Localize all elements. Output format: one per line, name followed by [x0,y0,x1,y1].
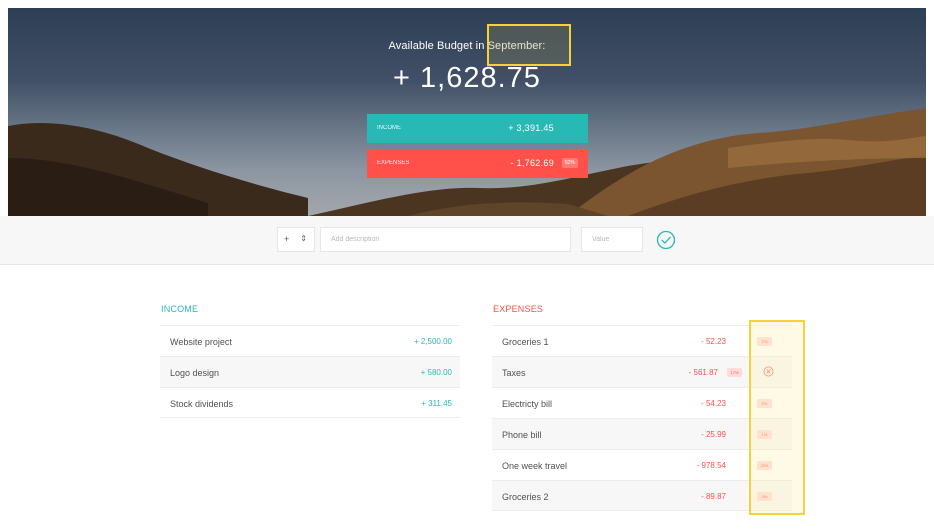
budget-header: Available Budget in September: + 1,628.7… [8,8,926,216]
expense-item-description: Taxes [502,368,526,378]
value-input[interactable] [581,227,643,252]
expense-item-value: - 25.99 [701,430,726,439]
expense-item-description: Groceries 2 [502,492,549,502]
expense-item-value: - 52.23 [701,337,726,346]
income-summary-label: Income [377,125,401,131]
expense-item-value: - 561.87 [688,368,718,377]
expense-item-value: - 89.87 [701,492,726,501]
expense-item: Taxes - 561.87 17% [492,356,792,387]
description-input[interactable] [320,227,571,252]
income-item-description: Logo design [170,368,220,378]
expense-item-percentage: 2% [757,399,772,408]
expense-item-description: Phone bill [502,430,542,440]
expense-item: Electricty bill - 54.23 2% [492,387,792,418]
income-summary-value: + 3,391.45 [508,123,554,133]
income-item-value: + 580.00 [420,368,452,377]
income-item: Website project + 2,500.00 [160,325,460,356]
expense-item-description: Groceries 1 [502,337,549,347]
type-select[interactable]: + ⇕ [277,227,315,252]
expense-item: Phone bill - 25.99 1% [492,418,792,449]
income-summary: Income + 3,391.45 [367,114,588,143]
income-item-value: + 2,500.00 [413,337,452,346]
budget-value: + 1,628.75 [393,62,541,94]
expenses-percentage-badge: 52% [561,158,578,168]
income-item-description: Website project [170,337,232,347]
expense-item-percentage: 17% [727,368,742,377]
expenses-summary-value: - 1,762.69 [510,158,554,168]
delete-icon[interactable] [763,366,774,377]
expense-item-percentage: 3% [757,492,772,501]
expenses-summary: Expenses - 1,762.69 52% [367,149,588,178]
select-arrows-icon: ⇕ [300,234,307,243]
budget-title: Available Budget in September: [388,40,546,52]
add-entry-bar: + ⇕ [0,216,934,265]
expense-item: Groceries 1 - 52.23 2% [492,325,792,356]
income-list-title: Income [161,304,199,314]
budget-app: Available Budget in September: + 1,628.7… [0,0,934,532]
income-item: Logo design + 580.00 [160,356,460,387]
income-item: Stock dividends + 311.45 [160,387,460,418]
month-highlight [487,24,571,66]
income-item-value: + 311.45 [421,399,452,408]
expenses-list-title: Expenses [493,304,544,314]
type-select-value: + [284,234,290,244]
expenses-summary-label: Expenses [377,160,410,166]
income-list: Website project + 2,500.00 Logo design +… [160,325,460,418]
expense-item-percentage: 2% [757,337,772,346]
expense-item-description: One week travel [502,461,568,471]
expense-item: Groceries 2 - 89.87 3% [492,480,792,511]
checkmark-icon[interactable] [656,230,676,250]
expenses-list: Groceries 1 - 52.23 2% Taxes - 561.87 17… [492,325,792,511]
expense-item-percentage: 29% [757,461,772,470]
expense-item: One week travel - 978.54 29% [492,449,792,480]
income-item-description: Stock dividends [170,399,234,409]
expense-item-value: - 978.54 [696,461,726,470]
expense-item-description: Electricty bill [502,399,553,409]
expense-item-value: - 54.23 [701,399,726,408]
expense-item-percentage: 1% [757,430,772,439]
